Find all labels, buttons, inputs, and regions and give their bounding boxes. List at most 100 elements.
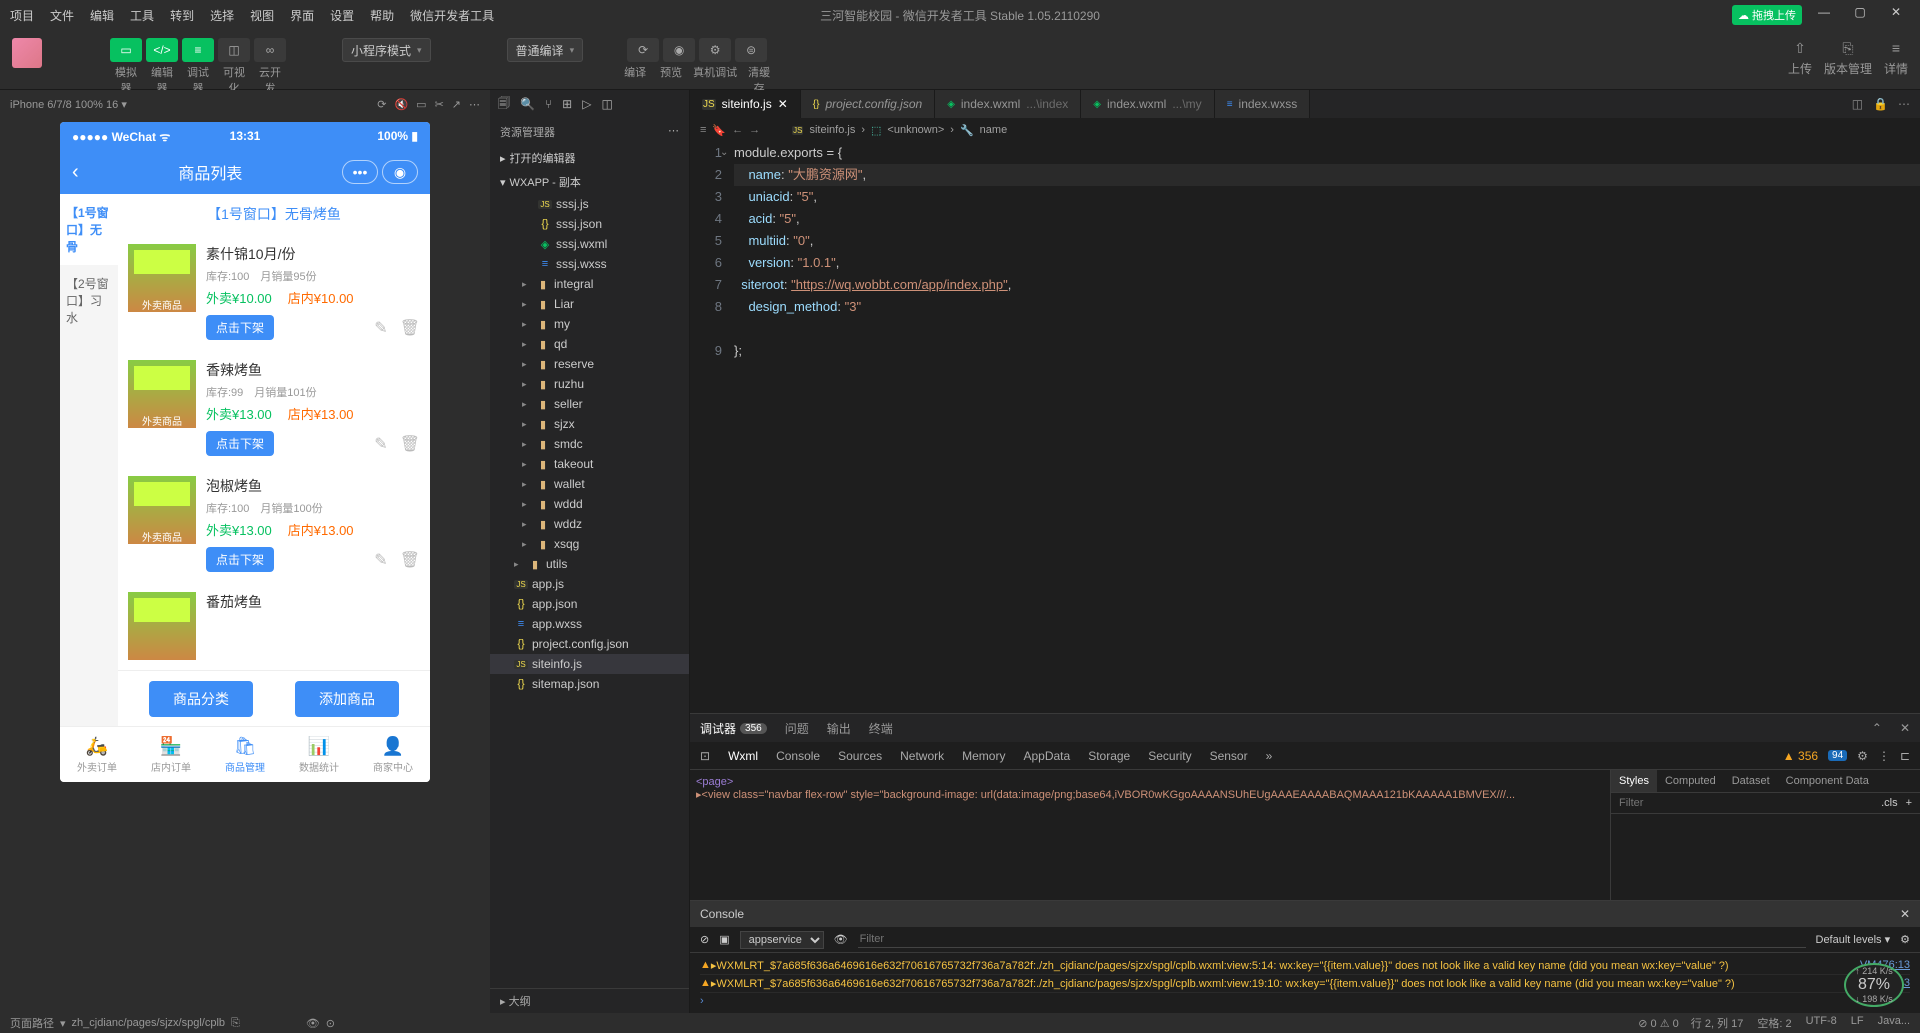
devtools-dock-icon[interactable]: ⊏: [1900, 749, 1910, 763]
language-mode[interactable]: Java...: [1878, 1015, 1910, 1031]
wxml-pane[interactable]: <page> ▸<view class="navbar flex-row" st…: [690, 770, 1610, 900]
menu-select[interactable]: 选择: [210, 7, 234, 24]
component-data-tab[interactable]: Component Data: [1778, 770, 1877, 792]
breadcrumb-scope[interactable]: <unknown>: [887, 124, 944, 136]
tab-more-icon[interactable]: ⋯: [1898, 97, 1910, 111]
sensor-tab[interactable]: Sensor: [1210, 749, 1248, 763]
inspect-icon[interactable]: ⊡: [700, 749, 710, 763]
file-node[interactable]: JS app.js: [490, 574, 689, 594]
eye-icon[interactable]: 👁: [834, 933, 848, 946]
app-mode-dropdown[interactable]: 小程序模式: [342, 38, 431, 62]
compile-mode-dropdown[interactable]: 普通编译: [507, 38, 584, 62]
folder-node[interactable]: ▸▮ my: [490, 314, 689, 334]
nav-back-icon[interactable]: ←: [732, 124, 743, 136]
file-node[interactable]: ◈ sssj.wxml: [490, 234, 689, 254]
ext2-icon[interactable]: ◫: [601, 97, 612, 111]
simulator-button[interactable]: ▭: [110, 38, 142, 62]
console-close-icon[interactable]: ✕: [1900, 907, 1910, 921]
folder-node[interactable]: ▸▮ takeout: [490, 454, 689, 474]
computed-tab[interactable]: Computed: [1657, 770, 1724, 792]
visual-button[interactable]: ◫: [218, 38, 250, 62]
search-icon[interactable]: 🔍: [520, 97, 535, 111]
explorer-more-icon[interactable]: ⋯: [668, 124, 679, 140]
files-icon[interactable]: 🗐: [498, 94, 510, 115]
cls-toggle[interactable]: .cls: [1881, 797, 1898, 809]
menu-goto[interactable]: 转到: [170, 7, 194, 24]
tabbar-item[interactable]: 🛵外卖订单: [60, 727, 134, 782]
compile-button[interactable]: ⟳: [627, 38, 659, 62]
folder-node[interactable]: ▸▮ seller: [490, 394, 689, 414]
appdata-tab[interactable]: AppData: [1023, 749, 1070, 763]
folder-node[interactable]: ▸▮ smdc: [490, 434, 689, 454]
device-selector[interactable]: iPhone 6/7/8 100% 16 ▾: [10, 98, 369, 111]
back-icon[interactable]: ‹: [72, 161, 79, 184]
eol[interactable]: LF: [1851, 1015, 1864, 1031]
menu-wechat-devtools[interactable]: 微信开发者工具: [410, 7, 494, 24]
side-tab-1[interactable]: 【1号窗口】无骨: [60, 194, 118, 265]
file-node[interactable]: JS sssj.js: [490, 194, 689, 214]
page-path[interactable]: zh_cjdianc/pages/sjzx/spgl/cplb: [72, 1017, 225, 1029]
side-tab-2[interactable]: 【2号窗口】习水: [60, 265, 118, 336]
console-settings-icon[interactable]: ⚙: [1900, 933, 1910, 946]
add-style-icon[interactable]: +: [1906, 797, 1912, 809]
phone-icon[interactable]: ▭: [416, 98, 426, 111]
storage-tab[interactable]: Storage: [1088, 749, 1130, 763]
version-button[interactable]: ⎘版本管理: [1824, 38, 1872, 77]
folder-node[interactable]: ▸▮ sjzx: [490, 414, 689, 434]
open-editors-section[interactable]: ▸ 打开的编辑器: [490, 146, 689, 170]
popout-icon[interactable]: ↗: [452, 98, 461, 111]
menu-project[interactable]: 项目: [10, 7, 34, 24]
devtools-more-icon[interactable]: »: [1266, 749, 1273, 763]
folder-node[interactable]: ▸▮ utils: [490, 554, 689, 574]
console-top-icon[interactable]: ▣: [719, 933, 729, 946]
delete-icon[interactable]: 🗑: [400, 550, 420, 570]
breadcrumb-file[interactable]: siteinfo.js: [809, 124, 855, 136]
preview-button[interactable]: ◉: [663, 38, 695, 62]
ext-icon[interactable]: ⊞: [562, 97, 572, 111]
editor-tab[interactable]: ◈index.wxml ...\my: [1081, 90, 1214, 118]
problems-tab[interactable]: 问题: [785, 720, 809, 737]
console-clear-icon[interactable]: ⊘: [700, 933, 709, 946]
devtools-settings-icon[interactable]: ⚙: [1857, 749, 1868, 763]
file-node[interactable]: {} app.json: [490, 594, 689, 614]
terminal-tab[interactable]: 终端: [869, 720, 893, 737]
file-node[interactable]: {} sitemap.json: [490, 674, 689, 694]
details-button[interactable]: ≡详情: [1884, 38, 1908, 77]
folder-node[interactable]: ▸▮ Liar: [490, 294, 689, 314]
avatar[interactable]: [12, 38, 42, 68]
visibility-icon[interactable]: 👁: [306, 1017, 320, 1030]
rotate-icon[interactable]: ⟳: [377, 98, 386, 111]
copy-path-icon[interactable]: ⎘: [231, 1017, 240, 1030]
console-filter-input[interactable]: [858, 931, 1806, 948]
menu-help[interactable]: 帮助: [370, 7, 394, 24]
menu-edit[interactable]: 编辑: [90, 7, 114, 24]
editor-tab[interactable]: ≡index.wxss: [1215, 90, 1311, 118]
editor-tab[interactable]: ◈index.wxml ...\index: [935, 90, 1081, 118]
file-node[interactable]: ≡ app.wxss: [490, 614, 689, 634]
log-levels-dropdown[interactable]: Default levels ▾: [1816, 933, 1891, 946]
wxml-tab[interactable]: Wxml: [728, 749, 758, 763]
perf-widget[interactable]: ↑ 214 K/s 87% ↓ 198 K/s: [1844, 963, 1904, 1007]
editor-button[interactable]: </>: [146, 38, 178, 62]
panel-collapse-icon[interactable]: ⌃: [1872, 721, 1882, 735]
upload-button[interactable]: ⇧上传: [1788, 38, 1812, 77]
product-image[interactable]: 外卖商品: [128, 244, 196, 312]
edit-icon[interactable]: ✎: [374, 318, 387, 338]
info-badge[interactable]: 94: [1828, 750, 1847, 761]
memory-tab[interactable]: Memory: [962, 749, 1005, 763]
cursor-position[interactable]: 行 2, 列 17: [1691, 1015, 1744, 1031]
debugger-tab[interactable]: 调试器 356: [700, 720, 767, 737]
devtools-menu-icon[interactable]: ⋮: [1878, 749, 1890, 763]
outline-section[interactable]: ▸ 大纲: [490, 988, 689, 1013]
capsule-menu-icon[interactable]: •••: [342, 160, 378, 184]
tabbar-item[interactable]: 👤商家中心: [356, 727, 430, 782]
folder-node[interactable]: ▸▮ integral: [490, 274, 689, 294]
product-image[interactable]: 外卖商品: [128, 476, 196, 544]
remote-debug-button[interactable]: ⚙: [699, 38, 731, 62]
cut-icon[interactable]: ✂: [435, 98, 444, 111]
file-node[interactable]: {} project.config.json: [490, 634, 689, 654]
product-image[interactable]: 外卖商品: [128, 360, 196, 428]
nav-fwd-icon[interactable]: →: [749, 124, 760, 136]
styles-tab[interactable]: Styles: [1611, 770, 1657, 792]
root-section[interactable]: ▾ WXAPP - 副本: [490, 170, 689, 194]
